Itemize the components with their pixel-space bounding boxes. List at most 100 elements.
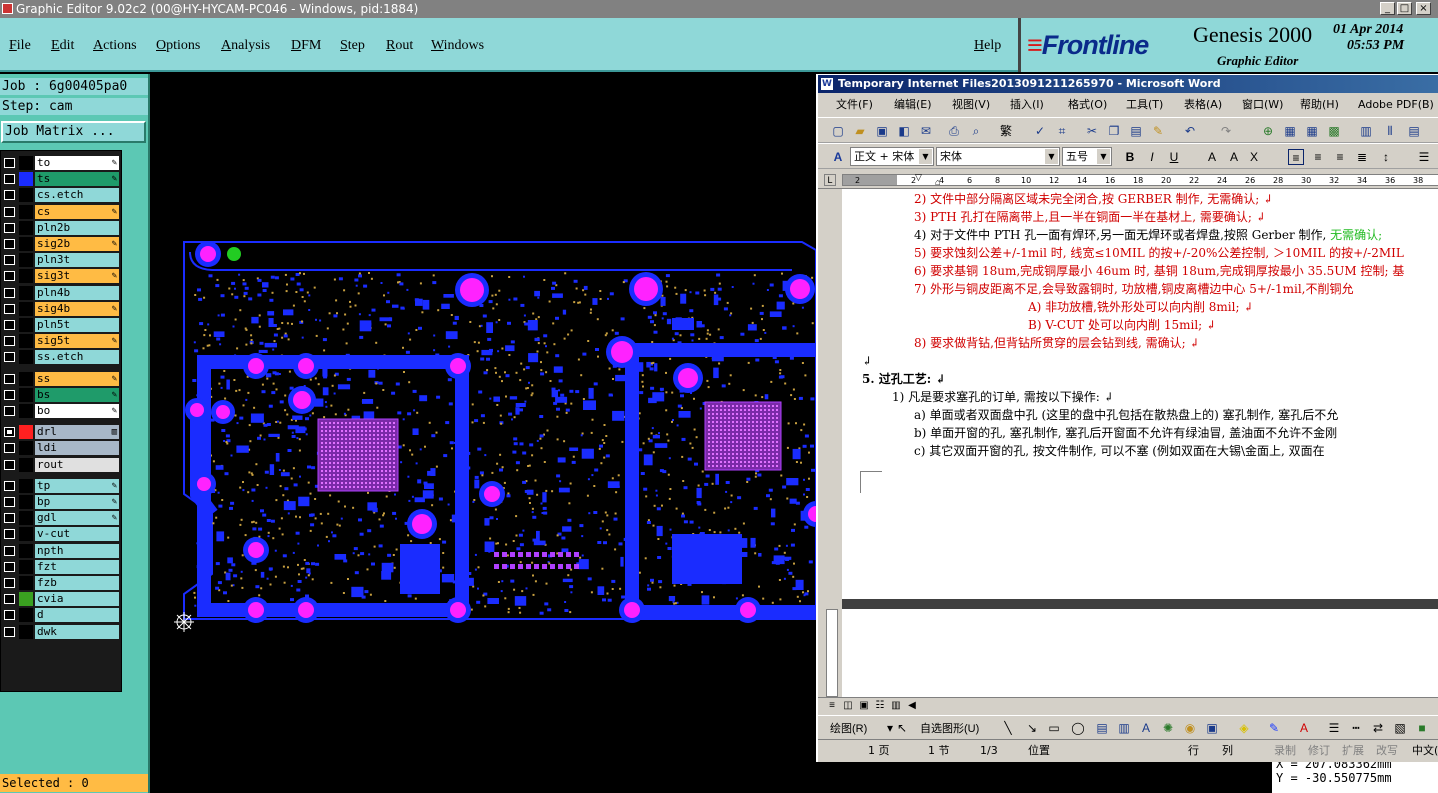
layer-name[interactable]: sig4b ✎: [35, 301, 119, 316]
document-body[interactable]: 2) 文件中部分隔离区域未完全闭合,按 GERBER 制作, 无需确认; ↲ 3)…: [842, 189, 1438, 599]
layer-row-bp[interactable]: bp ✎: [1, 494, 123, 510]
status-record[interactable]: 录制: [1274, 740, 1296, 762]
layer-row-drl[interactable]: drl ▥: [1, 424, 123, 440]
drawing-toggle-icon[interactable]: ⫴: [1382, 123, 1398, 139]
layer-row-d[interactable]: d: [1, 607, 123, 623]
layer-checkbox[interactable]: [4, 406, 15, 416]
arrow-icon[interactable]: ↘: [1024, 720, 1040, 736]
font-size-combo[interactable]: 五号 ▼: [1062, 147, 1112, 166]
diagram-icon[interactable]: ✺: [1160, 720, 1176, 736]
menu-windows[interactable]: Windows: [431, 38, 484, 54]
copy-icon[interactable]: ❐: [1106, 123, 1122, 139]
word-menu-help[interactable]: 帮助(H): [1300, 94, 1339, 116]
layer-color-swatch[interactable]: [19, 478, 33, 493]
layer-row-fzb[interactable]: fzb: [1, 575, 123, 591]
underline-icon[interactable]: U: [1166, 149, 1182, 165]
layer-checkbox[interactable]: [4, 303, 15, 314]
layer-name[interactable]: gdl ✎: [35, 511, 119, 526]
undo-icon[interactable]: ↶: [1182, 123, 1198, 139]
layer-color-swatch[interactable]: [19, 318, 33, 332]
draw-menu[interactable]: 绘图(R): [830, 720, 867, 736]
layer-color-swatch[interactable]: [19, 404, 33, 418]
layer-row-cs.etch[interactable]: cs.etch: [1, 187, 123, 203]
layer-color-swatch[interactable]: [19, 457, 33, 472]
layer-checkbox[interactable]: [4, 427, 15, 438]
layer-checkbox[interactable]: [4, 174, 15, 185]
status-extend[interactable]: 扩展: [1342, 740, 1364, 762]
layer-row-ldi[interactable]: ldi: [1, 440, 123, 456]
layer-checkbox[interactable]: [4, 459, 15, 470]
style-combo[interactable]: 正文 + 宋体 ▼: [850, 147, 934, 166]
layer-name[interactable]: ldi: [35, 441, 119, 456]
layer-row-pln4b[interactable]: pln4b: [1, 285, 123, 301]
layer-checkbox[interactable]: [4, 513, 15, 524]
layer-color-swatch[interactable]: [19, 608, 33, 623]
layer-row-sig2b[interactable]: sig2b ✎: [1, 236, 123, 252]
layer-row-pln5t[interactable]: pln5t: [1, 317, 123, 333]
layer-checkbox[interactable]: [4, 497, 15, 507]
layer-color-swatch[interactable]: [19, 334, 33, 349]
menu-file[interactable]: File: [9, 38, 31, 54]
layer-name[interactable]: sig2b ✎: [35, 237, 119, 251]
font-color-icon[interactable]: A: [1296, 720, 1312, 736]
picture-icon[interactable]: ▣: [1204, 720, 1220, 736]
vertical-textbox-icon[interactable]: ▥: [1116, 720, 1132, 736]
menu-help[interactable]: Help: [974, 38, 1001, 54]
layer-checkbox[interactable]: [4, 352, 15, 363]
layer-row-rout[interactable]: rout: [1, 457, 123, 473]
layer-name[interactable]: d: [35, 608, 119, 623]
shadow-icon[interactable]: ▧: [1392, 720, 1408, 736]
layer-color-swatch[interactable]: [19, 387, 33, 402]
cut-icon[interactable]: ✂: [1084, 123, 1100, 139]
layer-color-swatch[interactable]: [19, 624, 33, 639]
menu-edit[interactable]: Edit: [51, 38, 74, 54]
email-icon[interactable]: ✉: [918, 123, 934, 139]
layer-color-swatch[interactable]: [19, 188, 33, 203]
layer-name[interactable]: to ✎: [35, 156, 119, 170]
insert-table-icon[interactable]: ▦: [1304, 123, 1320, 139]
rectangle-icon[interactable]: ▭: [1046, 720, 1062, 736]
menu-rout[interactable]: Rout: [386, 38, 413, 54]
layer-color-swatch[interactable]: [19, 253, 33, 268]
layer-color-swatch[interactable]: [19, 511, 33, 526]
maximize-button[interactable]: □: [1397, 2, 1412, 15]
numbering-icon[interactable]: ☰: [1416, 149, 1432, 165]
layer-checkbox[interactable]: [4, 271, 15, 282]
layer-name[interactable]: bo ✎: [35, 404, 119, 418]
print-view-icon[interactable]: ▣: [856, 698, 872, 714]
layer-color-swatch[interactable]: [19, 371, 33, 386]
layer-color-swatch[interactable]: [19, 204, 33, 219]
graphic-canvas[interactable]: [152, 74, 816, 793]
layer-name[interactable]: sig5t ✎: [35, 334, 119, 349]
layer-checkbox[interactable]: [4, 561, 15, 572]
menu-dfm[interactable]: DFM: [291, 38, 321, 54]
minimize-button[interactable]: _: [1380, 2, 1395, 15]
layer-checkbox[interactable]: [4, 239, 15, 249]
layer-name[interactable]: cs.etch: [35, 188, 119, 203]
layer-color-swatch[interactable]: [19, 543, 33, 558]
layer-color-swatch[interactable]: [19, 237, 33, 251]
web-view-icon[interactable]: ◫: [840, 698, 856, 714]
layer-row-to[interactable]: to ✎: [1, 155, 123, 171]
tab-selector[interactable]: L: [824, 174, 836, 186]
align-justify-icon[interactable]: ≡: [1288, 149, 1304, 165]
layer-row-fzt[interactable]: fzt: [1, 559, 123, 575]
textbox-icon[interactable]: ▤: [1094, 720, 1110, 736]
layer-checkbox[interactable]: [4, 529, 15, 540]
layer-color-swatch[interactable]: [19, 301, 33, 316]
clipart-icon[interactable]: ◉: [1182, 720, 1198, 736]
word-menu-tools[interactable]: 工具(T): [1126, 94, 1163, 116]
layer-checkbox[interactable]: [4, 545, 15, 556]
line-spacing-icon[interactable]: ↕: [1378, 149, 1394, 165]
layer-checkbox[interactable]: [4, 373, 15, 384]
tables-borders-icon[interactable]: ▦: [1282, 123, 1298, 139]
outline-view-icon[interactable]: ☷: [872, 698, 888, 714]
horizontal-ruler[interactable]: L 2 2 4 6 8 10 12 14 16 18 20 22 24 26 2…: [818, 171, 1438, 189]
3d-icon[interactable]: ■: [1414, 720, 1430, 736]
layer-row-cvia[interactable]: cvia: [1, 591, 123, 607]
columns-icon[interactable]: ▥: [1358, 123, 1374, 139]
document-map-icon[interactable]: ▤: [1406, 123, 1422, 139]
horizontal-scrollbar[interactable]: ≡ ◫ ▣ ☷ ▥ ◀: [818, 697, 1438, 713]
insert-excel-icon[interactable]: ▩: [1326, 123, 1342, 139]
layer-color-swatch[interactable]: [19, 350, 33, 365]
